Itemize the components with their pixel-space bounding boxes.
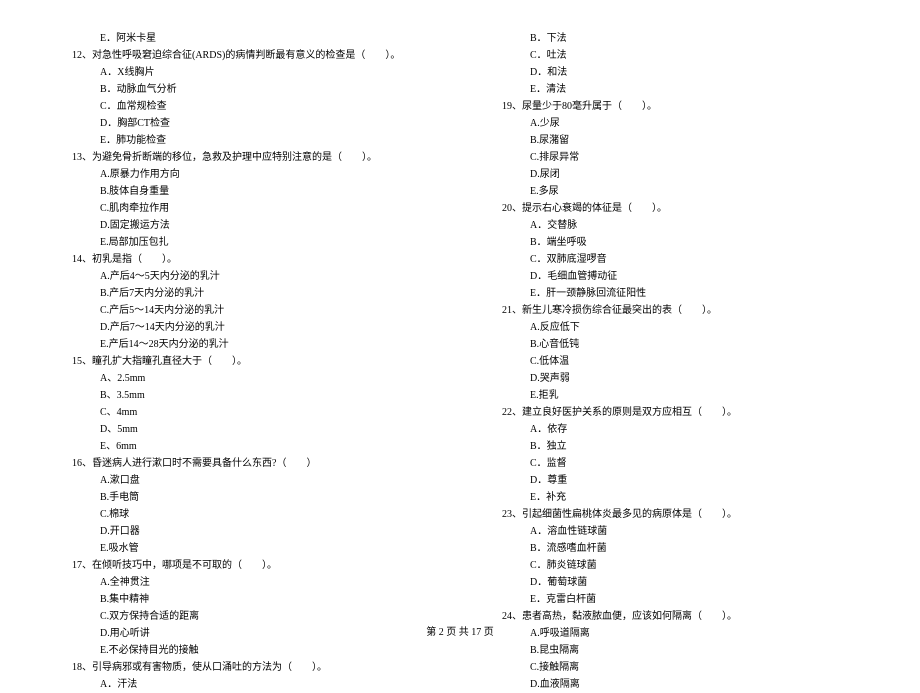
option-line: B.昆虫隔离 xyxy=(490,642,860,659)
question-line: 14、初乳是指（ ）。 xyxy=(60,251,430,268)
option-line: C．双肺底湿啰音 xyxy=(490,251,860,268)
option-line: C.肌肉牵拉作用 xyxy=(60,200,430,217)
option-line: B.集中精神 xyxy=(60,591,430,608)
option-line: D.产后7～14天内分泌的乳汁 xyxy=(60,319,430,336)
content-columns: E．阿米卡星12、对急性呼吸窘迫综合征(ARDS)的病情判断最有意义的检查是（ … xyxy=(60,30,860,610)
option-line: E．补充 xyxy=(490,489,860,506)
option-line: A.反应低下 xyxy=(490,319,860,336)
left-column: E．阿米卡星12、对急性呼吸窘迫综合征(ARDS)的病情判断最有意义的检查是（ … xyxy=(60,30,430,610)
question-line: 23、引起细菌性扁桃体炎最多见的病原体是（ ）。 xyxy=(490,506,860,523)
option-line: A．X线胸片 xyxy=(60,64,430,81)
option-line: A.原暴力作用方向 xyxy=(60,166,430,183)
option-line: E.吸水管 xyxy=(60,540,430,557)
question-line: 16、昏迷病人进行漱口时不需要具备什么东西?（ ） xyxy=(60,455,430,472)
option-line: C.排尿异常 xyxy=(490,149,860,166)
option-line: C.棉球 xyxy=(60,506,430,523)
question-line: 15、瞳孔扩大指瞳孔直径大于（ ）。 xyxy=(60,353,430,370)
option-line: E.拒乳 xyxy=(490,387,860,404)
question-line: 21、新生儿寒冷损伤综合征最突出的表（ ）。 xyxy=(490,302,860,319)
question-line: 13、为避免骨折断端的移位，急救及护理中应特别注意的是（ ）。 xyxy=(60,149,430,166)
option-line: B.尿潴留 xyxy=(490,132,860,149)
option-line: A、2.5mm xyxy=(60,370,430,387)
option-line: E．肝一颈静脉回流征阳性 xyxy=(490,285,860,302)
option-line: D.固定搬运方法 xyxy=(60,217,430,234)
option-line: B.心音低钝 xyxy=(490,336,860,353)
option-line: E．清法 xyxy=(490,81,860,98)
option-line: E.产后14～28天内分泌的乳汁 xyxy=(60,336,430,353)
option-line: D.血液隔离 xyxy=(490,676,860,693)
option-line: E.多尿 xyxy=(490,183,860,200)
option-line: B．端坐呼吸 xyxy=(490,234,860,251)
option-line: A．汗法 xyxy=(60,676,430,693)
option-line: A．溶血性链球菌 xyxy=(490,523,860,540)
option-line: B.肢体自身重量 xyxy=(60,183,430,200)
option-line: D.尿闭 xyxy=(490,166,860,183)
option-line: A.产后4～5天内分泌的乳汁 xyxy=(60,268,430,285)
option-line: B．动脉血气分析 xyxy=(60,81,430,98)
option-line: A.全神贯注 xyxy=(60,574,430,591)
option-line: B．下法 xyxy=(490,30,860,47)
option-line: A.漱口盘 xyxy=(60,472,430,489)
option-line: D．毛细血管搏动征 xyxy=(490,268,860,285)
question-line: 17、在倾听技巧中，哪项是不可取的（ ）。 xyxy=(60,557,430,574)
option-line: D．胸部CT检查 xyxy=(60,115,430,132)
option-line: B.产后7天内分泌的乳汁 xyxy=(60,285,430,302)
option-line: C.低体温 xyxy=(490,353,860,370)
option-line: C．血常规检查 xyxy=(60,98,430,115)
option-line: E、6mm xyxy=(60,438,430,455)
option-line: A．依存 xyxy=(490,421,860,438)
option-line: C.产后5～14天内分泌的乳汁 xyxy=(60,302,430,319)
question-line: 18、引导病邪或有害物质，使从口涌吐的方法为（ ）。 xyxy=(60,659,430,676)
option-line: C.接触隔离 xyxy=(490,659,860,676)
option-line: A．交替脉 xyxy=(490,217,860,234)
option-line: D.哭声弱 xyxy=(490,370,860,387)
option-line: D．葡萄球菌 xyxy=(490,574,860,591)
option-line: C．吐法 xyxy=(490,47,860,64)
option-line: C、4mm xyxy=(60,404,430,421)
option-line: E.局部加压包扎 xyxy=(60,234,430,251)
option-line: E．肺功能检查 xyxy=(60,132,430,149)
question-line: 20、提示右心衰竭的体征是（ ）。 xyxy=(490,200,860,217)
right-column: B．下法C．吐法D．和法E．清法19、尿量少于80毫升属于（ ）。A.少尿B.尿… xyxy=(490,30,860,610)
option-line: C．监督 xyxy=(490,455,860,472)
question-line: 22、建立良好医护关系的原则是双方应相互（ ）。 xyxy=(490,404,860,421)
option-line: B．独立 xyxy=(490,438,860,455)
option-line: B.手电筒 xyxy=(60,489,430,506)
option-line: E.不必保持目光的接触 xyxy=(60,642,430,659)
option-line: E．阿米卡星 xyxy=(60,30,430,47)
option-line: D．尊重 xyxy=(490,472,860,489)
option-line: D、5mm xyxy=(60,421,430,438)
question-line: 12、对急性呼吸窘迫综合征(ARDS)的病情判断最有意义的检查是（ ）。 xyxy=(60,47,430,64)
option-line: D.开口器 xyxy=(60,523,430,540)
option-line: B．流感嗜血杆菌 xyxy=(490,540,860,557)
question-line: 19、尿量少于80毫升属于（ ）。 xyxy=(490,98,860,115)
option-line: D．和法 xyxy=(490,64,860,81)
option-line: A.少尿 xyxy=(490,115,860,132)
option-line: C．肺炎链球菌 xyxy=(490,557,860,574)
page-footer: 第 2 页 共 17 页 xyxy=(0,623,920,638)
option-line: E．克雷白杆菌 xyxy=(490,591,860,608)
option-line: B、3.5mm xyxy=(60,387,430,404)
